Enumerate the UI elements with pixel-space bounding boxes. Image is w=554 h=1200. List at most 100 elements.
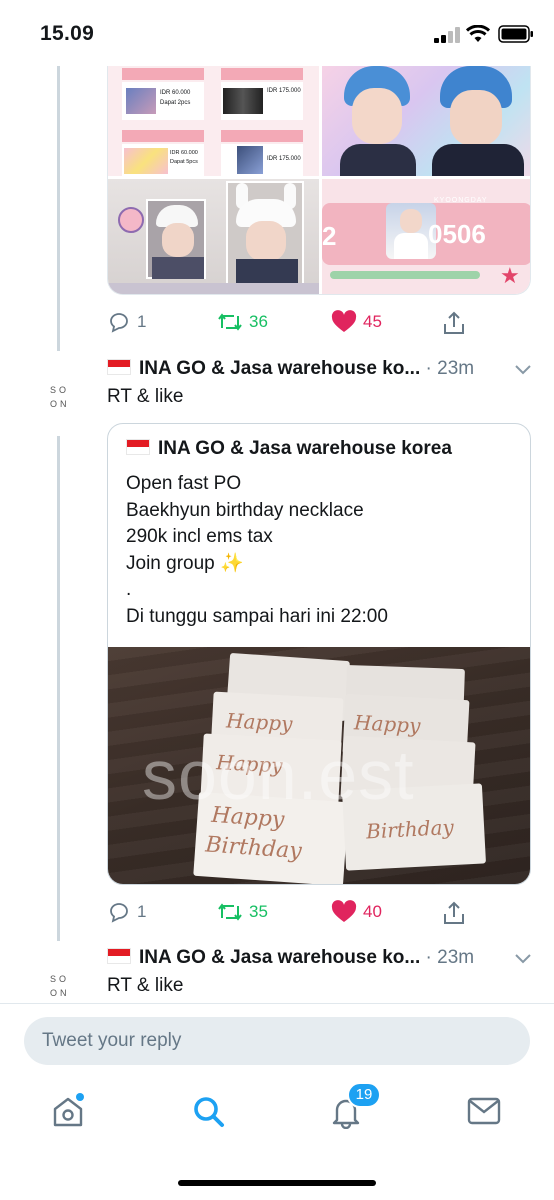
price-header-tag <box>122 130 204 142</box>
avatar-text: ON <box>50 988 70 998</box>
media-photocards[interactable] <box>108 179 319 294</box>
reply-input[interactable]: Tweet your reply <box>24 1017 530 1065</box>
reply-placeholder: Tweet your reply <box>42 1030 182 1051</box>
tweet-text: RT & like <box>107 386 184 407</box>
chevron-down-icon[interactable] <box>514 362 532 376</box>
thread-line <box>57 66 60 351</box>
share-button[interactable] <box>441 310 473 336</box>
quoted-tweet-line: Baekhyun birthday necklace <box>126 499 364 521</box>
share-icon <box>444 901 464 924</box>
photo-watermark: soon.est <box>142 736 415 814</box>
card-birthday-text: Birthday <box>365 814 455 844</box>
indonesia-flag-icon <box>107 359 131 375</box>
retweet-button[interactable]: 35 <box>217 900 268 924</box>
quoted-tweet-author: INA GO & Jasa warehouse korea <box>158 438 452 459</box>
price-header-tag <box>221 130 303 142</box>
price-subtext: Dapat 5pcs <box>170 159 198 165</box>
indonesia-flag-icon <box>126 439 150 455</box>
avatar[interactable]: SO ON <box>50 383 70 411</box>
face-shape <box>450 90 502 146</box>
heart-filled-icon <box>331 900 357 922</box>
charm-sticker <box>118 207 144 233</box>
tab-home[interactable] <box>50 1093 90 1133</box>
status-bar: 15.09 <box>0 0 554 66</box>
tweet-author: INA GO & Jasa warehouse ko... <box>139 947 421 968</box>
card-happy-text: Happy <box>353 710 421 738</box>
price-text: IDR 175.000 <box>267 156 301 162</box>
retweet-count: 36 <box>249 312 268 331</box>
price-subtext: Dapat 2pcs <box>160 100 191 106</box>
tweet-time: · 23m <box>425 947 475 968</box>
price-header-tag <box>221 68 303 80</box>
price-box: IDR 60.000 Dapat 5pcs <box>122 144 204 176</box>
face-shape <box>352 88 402 144</box>
quoted-tweet-text: Open fast PO Baekhyun birthday necklace … <box>126 471 388 630</box>
media-stage-photo[interactable] <box>322 66 530 176</box>
tweet-actions: 1 36 45 <box>107 310 531 340</box>
retweet-icon <box>218 313 242 331</box>
like-button[interactable]: 40 <box>331 900 382 924</box>
heart-filled-icon <box>331 310 357 332</box>
photocard-right <box>226 181 304 287</box>
avatar-text: SO <box>50 385 70 395</box>
like-button[interactable]: 45 <box>331 310 382 334</box>
price-header-tag <box>122 68 204 80</box>
divider <box>0 1003 554 1004</box>
retweet-count: 35 <box>249 902 268 921</box>
chevron-down-icon[interactable] <box>514 951 532 965</box>
share-icon <box>444 311 464 334</box>
banner-garland <box>330 271 480 279</box>
stickers-thumb <box>124 148 168 174</box>
reply-button[interactable]: 1 <box>107 900 146 924</box>
reply-icon <box>110 903 128 923</box>
home-indicator <box>178 1180 376 1186</box>
thread-line <box>57 436 60 941</box>
mail-icon <box>467 1097 501 1125</box>
tweet-header[interactable]: INA GO & Jasa warehouse ko... · 23m <box>107 358 474 380</box>
avatar-text: SO <box>50 974 70 984</box>
quoted-tweet-line: 290k incl ems tax <box>126 526 273 547</box>
tweet-text: RT & like <box>107 975 184 996</box>
card-birthday-text: Birthday <box>204 832 303 865</box>
indonesia-flag-icon <box>107 948 131 964</box>
quoted-tweet-line: . <box>126 579 132 600</box>
retweet-button[interactable]: 36 <box>217 310 268 334</box>
tab-search[interactable] <box>190 1093 230 1133</box>
quoted-tweet-photo[interactable]: Happy Happy Happy Happy Birthday Birthda… <box>108 647 530 884</box>
wifi-icon <box>466 25 490 42</box>
banner-small-text: KYOONGDAY <box>434 197 488 204</box>
reply-icon <box>110 313 128 333</box>
card-happy-text: Happy <box>225 708 294 736</box>
price-box: IDR 175.000 <box>221 144 303 176</box>
quoted-tweet-header: INA GO & Jasa warehouse korea <box>126 438 452 460</box>
avatar-text: ON <box>50 399 70 409</box>
tab-bar: 19 <box>0 1082 554 1145</box>
notification-badge: 19 <box>347 1082 381 1108</box>
cellular-signal-icon <box>434 27 460 43</box>
tweet-author: INA GO & Jasa warehouse ko... <box>139 358 421 379</box>
price-text: IDR 60.000 <box>170 150 198 156</box>
share-button[interactable] <box>441 900 473 926</box>
tweet-media-grid[interactable]: IDR 60.000 Dapat 2pcs IDR 175.000 IDR 60… <box>107 66 531 295</box>
quoted-tweet[interactable]: INA GO & Jasa warehouse korea Open fast … <box>107 423 531 885</box>
quoted-tweet-line: Join group ✨ <box>126 552 244 574</box>
like-count: 45 <box>363 312 382 331</box>
tweet-header[interactable]: INA GO & Jasa warehouse ko... · 23m <box>107 947 474 969</box>
reply-count: 1 <box>137 312 147 331</box>
media-birthday-banner[interactable]: 2 KYOONGDAY 0506 ★ <box>322 179 530 294</box>
quoted-tweet-line: Di tunggu sampai hari ini 22:00 <box>126 605 388 627</box>
avatar[interactable]: SO ON <box>50 972 70 1000</box>
media-price-list[interactable]: IDR 60.000 Dapat 2pcs IDR 175.000 IDR 60… <box>108 66 319 176</box>
price-text: IDR 60.000 <box>160 90 191 96</box>
status-time: 15.09 <box>40 22 95 45</box>
battery-icon <box>498 25 533 43</box>
home-icon <box>53 1093 84 1127</box>
retweet-icon <box>218 903 242 921</box>
photocard-thumb <box>126 88 156 114</box>
price-text: IDR 175.000 <box>267 88 301 94</box>
like-count: 40 <box>363 902 382 921</box>
price-box: IDR 60.000 Dapat 2pcs <box>122 82 204 120</box>
reply-button[interactable]: 1 <box>107 310 146 334</box>
banner-date-left: 2 <box>322 221 337 251</box>
tab-messages[interactable] <box>466 1095 506 1135</box>
